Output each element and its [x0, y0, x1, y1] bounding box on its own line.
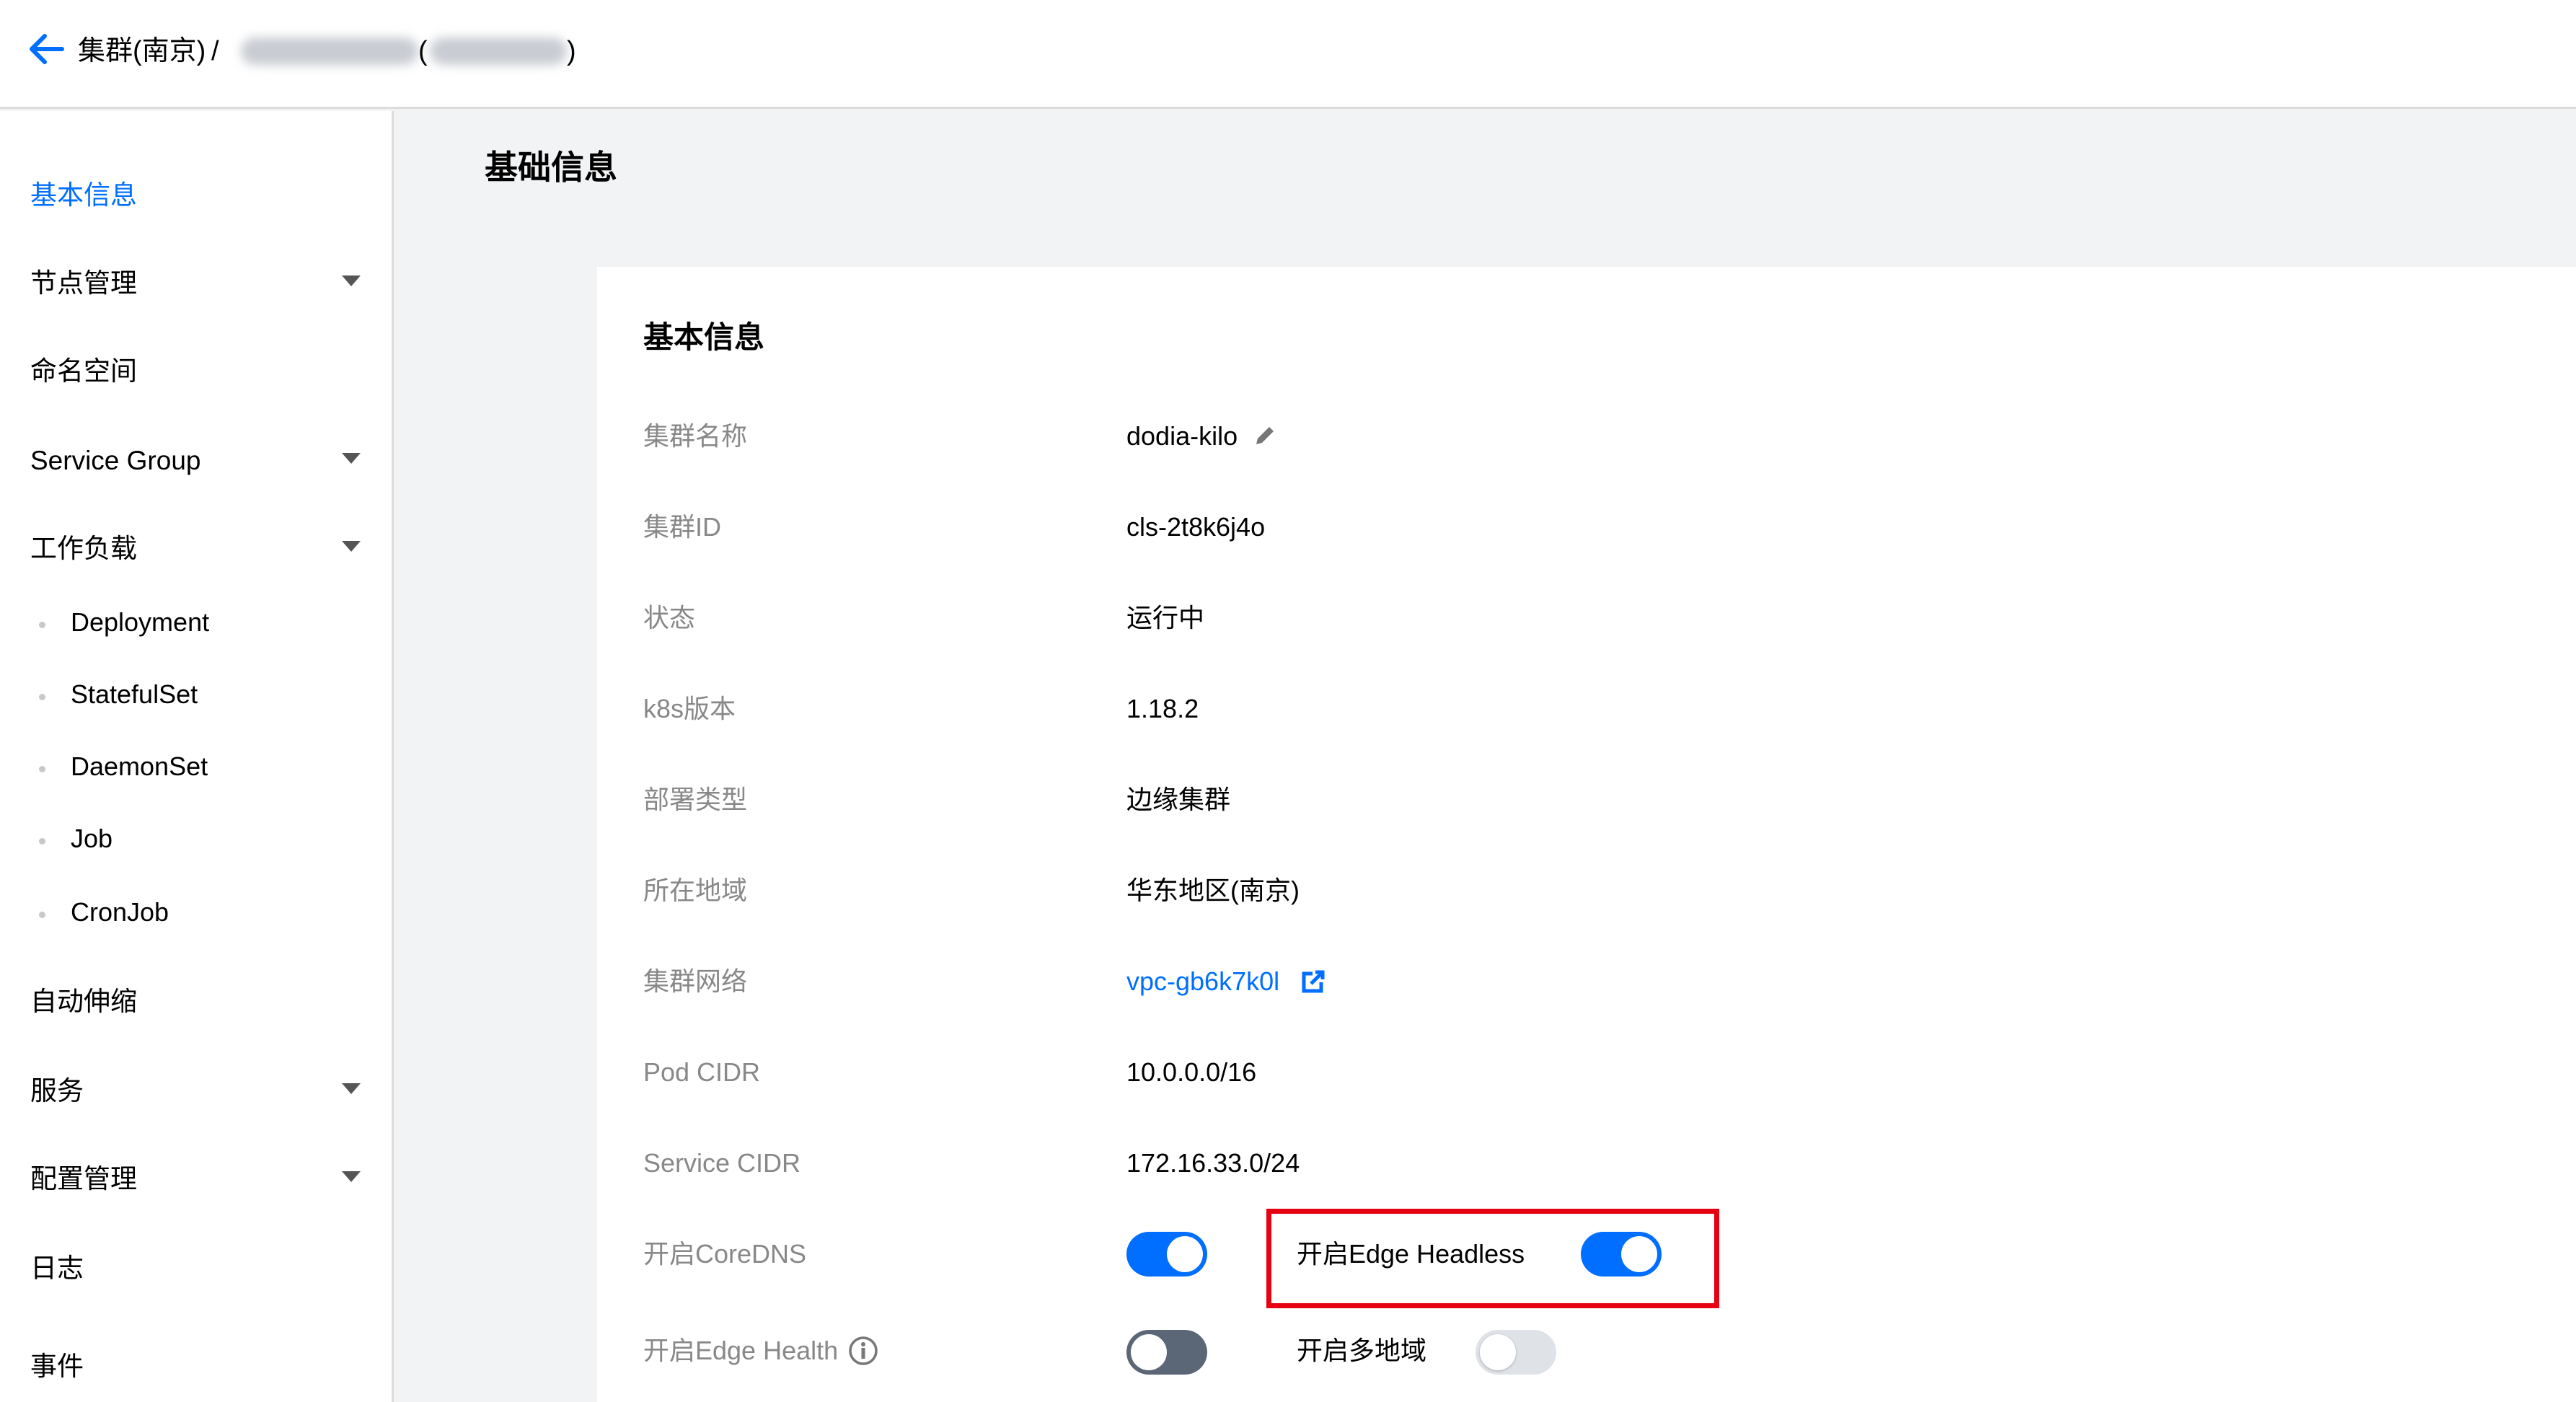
value-service-cidr: 172.16.33.0/24: [1126, 1148, 1300, 1178]
value-region: 华东地区(南京): [1126, 876, 1300, 905]
bullet-dot-icon: [39, 912, 45, 918]
multi-region-toggle[interactable]: [1476, 1330, 1556, 1375]
info-icon[interactable]: [848, 1336, 878, 1366]
chevron-down-icon[interactable]: [342, 1171, 361, 1182]
sidebar-item-namespace[interactable]: 命名空间: [30, 353, 137, 389]
sidebar-item-workload[interactable]: 工作负载: [30, 531, 137, 567]
label-status: 状态: [643, 603, 696, 632]
sidebar-item-service-group[interactable]: Service Group: [30, 443, 201, 479]
toggle-knob: [1480, 1334, 1516, 1370]
value-cluster-name: dodia-kilo: [1126, 421, 1238, 451]
breadcrumb-cluster-id-redacted: [241, 38, 418, 65]
value-cluster-id: cls-2t8k6j4o: [1126, 512, 1266, 542]
toggle-knob: [1167, 1236, 1203, 1272]
sidebar-item-basic-info[interactable]: 基本信息: [30, 177, 137, 213]
value-k8s-version: 1.18.2: [1126, 694, 1199, 723]
chevron-down-icon[interactable]: [342, 541, 361, 552]
label-cluster-network: 集群网络: [643, 966, 748, 996]
bullet-dot-icon: [39, 694, 45, 700]
highlight-annotation-box: [1266, 1209, 1719, 1308]
label-region: 所在地域: [643, 876, 748, 905]
chevron-down-icon[interactable]: [342, 453, 361, 464]
sidebar-subitem-daemonset[interactable]: DaemonSet: [71, 749, 208, 785]
sidebar-item-autoscaling[interactable]: 自动伸缩: [30, 984, 137, 1020]
back-arrow-icon[interactable]: [27, 33, 65, 65]
toggle-knob: [1131, 1334, 1167, 1370]
edit-pencil-icon[interactable]: [1252, 423, 1278, 449]
label-cluster-id: 集群ID: [643, 512, 722, 542]
breadcrumb-cluster-link[interactable]: 集群(南京): [78, 33, 206, 69]
bullet-dot-icon: [39, 838, 45, 845]
sidebar-item-node-management[interactable]: 节点管理: [30, 265, 137, 301]
label-multi-region: 开启多地域: [1297, 1336, 1427, 1365]
external-link-icon[interactable]: [1301, 969, 1326, 994]
chevron-down-icon[interactable]: [342, 275, 361, 286]
coredns-toggle[interactable]: [1126, 1232, 1207, 1277]
page-title: 基础信息: [485, 149, 617, 186]
label-k8s-version: k8s版本: [643, 694, 736, 723]
value-pod-cidr: 10.0.0.0/16: [1126, 1057, 1257, 1087]
label-cluster-name: 集群名称: [643, 421, 748, 451]
label-deploy-type: 部署类型: [643, 785, 748, 814]
sidebar-item-config-management[interactable]: 配置管理: [30, 1161, 137, 1197]
label-pod-cidr: Pod CIDR: [643, 1057, 761, 1087]
sidebar-item-service[interactable]: 服务: [30, 1073, 84, 1109]
breadcrumb-paren-open: (: [418, 36, 428, 66]
value-status: 运行中: [1126, 603, 1205, 632]
sidebar-subitem-cronjob[interactable]: CronJob: [71, 894, 169, 930]
sidebar-subitem-statefulset[interactable]: StatefulSet: [71, 676, 198, 713]
edge-health-toggle[interactable]: [1126, 1330, 1207, 1375]
chevron-down-icon[interactable]: [342, 1083, 361, 1094]
sidebar-item-logs[interactable]: 日志: [30, 1251, 84, 1287]
breadcrumb-cluster-name-redacted: [430, 38, 567, 65]
vpc-link[interactable]: vpc-gb6k7k0l: [1126, 964, 1279, 1000]
label-edge-health: 开启Edge Health: [643, 1336, 839, 1365]
breadcrumb-separator: /: [211, 36, 219, 66]
sidebar-nav: 基本信息 节点管理 命名空间 Service Group 工作负载 Deploy…: [0, 111, 394, 1402]
sidebar-subitem-deployment[interactable]: Deployment: [71, 604, 209, 640]
top-header: 集群(南京) / ( ): [0, 0, 2576, 109]
label-coredns: 开启CoreDNS: [643, 1239, 807, 1269]
label-service-cidr: Service CIDR: [643, 1148, 801, 1178]
bullet-dot-icon: [39, 622, 45, 628]
sidebar-subitem-job[interactable]: Job: [71, 821, 113, 857]
bullet-dot-icon: [39, 766, 45, 772]
value-deploy-type: 边缘集群: [1126, 785, 1231, 814]
card-title: 基本信息: [643, 320, 765, 354]
sidebar-item-events[interactable]: 事件: [30, 1349, 84, 1385]
breadcrumb-paren-close: ): [567, 36, 576, 66]
